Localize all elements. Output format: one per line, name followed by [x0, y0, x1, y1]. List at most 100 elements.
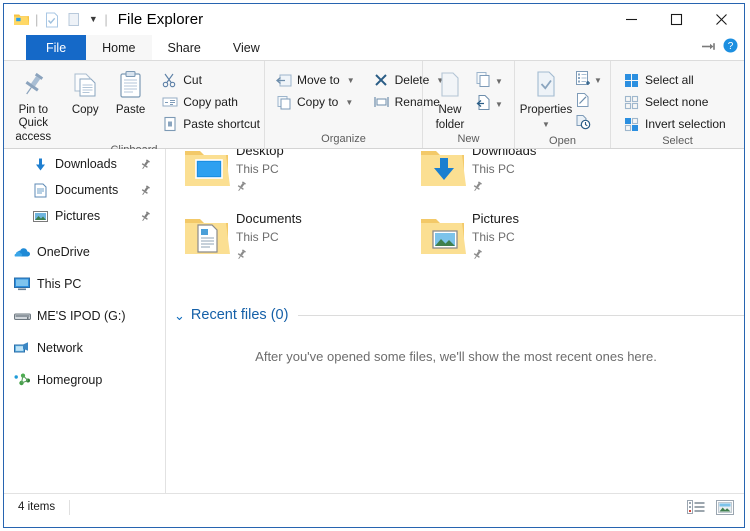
folder-name-pictures: Pictures [472, 211, 519, 226]
new-icon-stack: ▼ ▼ [475, 65, 503, 115]
new-item-button[interactable]: ▼ [475, 71, 503, 92]
tab-share[interactable]: Share [151, 35, 217, 60]
open-with-button[interactable]: ▼ [575, 70, 602, 91]
new-folder-button[interactable]: New folder [425, 65, 475, 131]
sidebar-item-onedrive[interactable]: OneDrive [4, 239, 165, 265]
sidebar-label-this-pc: This PC [37, 277, 82, 291]
pin-icon[interactable] [140, 209, 151, 227]
clipboard-small-buttons: Cut Copy path Paste shortcut [157, 65, 264, 135]
ribbon-group-clipboard: Pin to Quick access Copy Paste Cut Copy … [4, 61, 264, 156]
properties-button[interactable]: Properties ▼ [517, 65, 575, 131]
open-chevron-down-icon[interactable]: ▼ [592, 76, 602, 85]
pin-icon[interactable] [140, 183, 151, 201]
sidebar-label-downloads: Downloads [55, 157, 117, 171]
sidebar-item-downloads[interactable]: Downloads [4, 151, 165, 177]
ribbon-group-organize: Move to ▼ Copy to ▼ Delete ▼ Rename Orga… [264, 61, 444, 148]
recent-files-empty-message: After you've opened some files, we'll sh… [255, 349, 657, 364]
select-all-button[interactable]: Select all [619, 69, 730, 91]
select-none-button[interactable]: Select none [619, 91, 730, 113]
organize-col-1: Move to ▼ Copy to ▼ [271, 65, 359, 113]
sidebar-item-this-pc[interactable]: This PC [4, 271, 165, 297]
large-icons-view-button[interactable] [714, 498, 736, 516]
help-icon[interactable]: ? [723, 38, 738, 58]
sidebar-item-homegroup[interactable]: Homegroup [4, 367, 165, 393]
new-folder-icon[interactable] [64, 10, 84, 30]
onedrive-cloud-icon [12, 243, 32, 261]
sidebar-label-mes-ipod: ME'S IPOD (G:) [37, 309, 126, 323]
select-all-label: Select all [645, 73, 694, 87]
view-buttons [685, 498, 736, 516]
pictures-folder-icon [414, 209, 472, 265]
close-button[interactable] [699, 4, 744, 35]
tab-home[interactable]: Home [86, 35, 152, 60]
pin-to-quick-access-button[interactable]: Pin to Quick access [4, 65, 63, 144]
edit-icon [575, 92, 591, 113]
folder-location-desktop: This PC [236, 162, 279, 176]
folder-tile-documents[interactable]: Documents This PC [178, 209, 413, 271]
pin-icon [20, 68, 46, 102]
pin-icon [472, 247, 519, 265]
folder-tile-pictures[interactable]: Pictures This PC [414, 209, 649, 271]
rename-icon [373, 94, 390, 111]
ribbon-group-select: Select all Select none Invert selection … [610, 61, 744, 148]
folder-tile-desktop[interactable]: Desktop This PC [178, 149, 413, 203]
open-icon-stack: ▼ [575, 65, 602, 135]
tab-file[interactable]: File [26, 35, 87, 60]
monitor-icon [12, 275, 32, 293]
file-list-pane[interactable]: Desktop This PC Downloads This PC Docume… [166, 149, 744, 493]
minimize-button[interactable] [609, 4, 654, 35]
maximize-button[interactable] [654, 4, 699, 35]
properties-icon[interactable] [42, 10, 62, 30]
navigation-pane[interactable]: Downloads Documents Pictures OneDrive Th… [4, 149, 166, 493]
copy-path-icon [161, 94, 178, 111]
details-view-button[interactable] [685, 498, 707, 516]
easy-access-button[interactable]: ▼ [475, 94, 503, 115]
recent-files-title: Recent files (0) [190, 307, 289, 323]
new-item-chevron-down-icon[interactable]: ▼ [493, 77, 503, 86]
delete-x-icon [373, 72, 390, 89]
status-left: 4 items [4, 494, 71, 520]
file-explorer-window: | ▼ | File Explorer File Home Share View… [3, 3, 745, 528]
properties-chevron-down-icon[interactable]: ▼ [542, 119, 550, 132]
status-item-count: 4 items [18, 501, 56, 513]
sidebar-label-network: Network [37, 341, 83, 355]
collapse-ribbon-icon[interactable] [701, 39, 715, 57]
ribbon: Pin to Quick access Copy Paste Cut Copy … [4, 60, 744, 156]
customize-qat-chevron-icon[interactable]: ▼ [86, 14, 100, 26]
paste-button[interactable]: Paste [108, 65, 153, 117]
folder-tile-info-pictures: Pictures This PC [472, 209, 519, 271]
sidebar-item-documents[interactable]: Documents [4, 177, 165, 203]
sidebar-item-network[interactable]: Network [4, 335, 165, 361]
copy-to-chevron-down-icon[interactable]: ▼ [343, 98, 353, 107]
sidebar-item-pictures[interactable]: Pictures [4, 203, 165, 229]
pin-icon[interactable] [140, 157, 151, 175]
pin-icon [236, 179, 284, 197]
edit-button[interactable] [575, 92, 602, 113]
qat-separator-2: | [104, 12, 108, 27]
tab-view[interactable]: View [216, 35, 276, 60]
chevron-down-icon[interactable]: ⌄ [174, 309, 185, 322]
explorer-icon[interactable] [11, 10, 31, 30]
new-folder-label-1: New [438, 104, 462, 116]
copy-to-button[interactable]: Copy to ▼ [271, 91, 359, 113]
easy-access-chevron-down-icon[interactable]: ▼ [493, 100, 503, 109]
folder-tile-info-desktop: Desktop This PC [236, 149, 284, 203]
copy-button[interactable]: Copy [63, 65, 108, 117]
scissors-icon [161, 72, 178, 89]
easy-access-icon [475, 94, 492, 116]
cut-button[interactable]: Cut [157, 69, 264, 91]
history-button[interactable] [575, 114, 602, 135]
invert-selection-button[interactable]: Invert selection [619, 113, 730, 135]
copy-path-button[interactable]: Copy path [157, 91, 264, 113]
clipboard-icon [118, 68, 144, 102]
recent-files-header[interactable]: ⌄ Recent files (0) [174, 307, 744, 323]
documents-folder-icon [178, 209, 236, 265]
move-to-chevron-down-icon[interactable]: ▼ [345, 76, 355, 85]
paste-shortcut-button[interactable]: Paste shortcut [157, 113, 264, 135]
drive-icon [12, 307, 32, 325]
sidebar-item-mes-ipod[interactable]: ME'S IPOD (G:) [4, 303, 165, 329]
ribbon-group-label-new: New [457, 133, 480, 145]
folder-tile-downloads[interactable]: Downloads This PC [414, 149, 649, 203]
move-to-button[interactable]: Move to ▼ [271, 69, 359, 91]
paste-shortcut-icon [161, 116, 178, 133]
